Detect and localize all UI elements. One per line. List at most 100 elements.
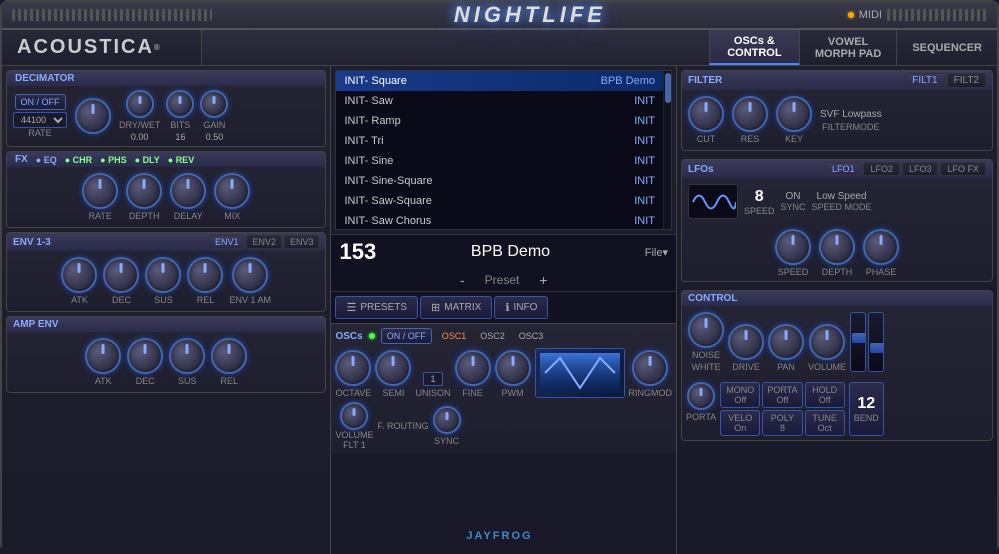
preset-prev-btn[interactable]: -	[460, 272, 465, 288]
ctrl-velo-btn[interactable]: VELO On	[720, 410, 760, 436]
gain-knob[interactable]	[200, 90, 228, 118]
amp-rel-knob[interactable]	[211, 338, 247, 374]
amp-atk-knob[interactable]	[85, 338, 121, 374]
preset-item-2[interactable]: INIT- Ramp INIT	[336, 111, 663, 131]
decimator-main-knob[interactable]	[75, 98, 111, 134]
file-button[interactable]: File▾	[645, 246, 668, 259]
tab-vowel-morph[interactable]: VOWEL MORPH PAD	[799, 30, 896, 65]
env-tab-3[interactable]: ENV3	[284, 235, 320, 249]
env-tab-2[interactable]: ENV2	[246, 235, 282, 249]
ctrl-porta-knob[interactable]	[687, 382, 715, 410]
ctrl-noise-knob[interactable]	[688, 312, 724, 348]
ctrl-mono-btn[interactable]: MONO Off	[720, 382, 760, 408]
osc-volume-group: VOLUME FLT 1	[335, 402, 373, 450]
fx-mix-knob[interactable]	[214, 173, 250, 209]
osc-unison-value: 1	[423, 372, 442, 386]
osc-tab-2[interactable]: OSC2	[476, 330, 509, 342]
fx-eq-btn[interactable]: ● EQ	[36, 155, 57, 165]
lfo-tab-fx[interactable]: LFO FX	[940, 162, 986, 176]
osc-fine-knob[interactable]	[455, 350, 491, 386]
filt1-tab[interactable]: FILT1	[905, 73, 944, 88]
fx-delay-knob[interactable]	[170, 173, 206, 209]
fx-phs-btn[interactable]: ● PHS	[100, 155, 126, 165]
osc-octave-knob[interactable]	[335, 350, 371, 386]
ctrl-porta-label: PORTA	[686, 412, 716, 422]
osc-pwm-knob[interactable]	[495, 350, 531, 386]
ctrl-tune-btn[interactable]: TUNE Oct	[805, 410, 845, 436]
preset-item-6[interactable]: INIT- Saw-Square INIT	[336, 191, 663, 211]
lfo-speed-knob[interactable]	[775, 229, 811, 265]
ctrl-poly-btn[interactable]: POLY 8	[762, 410, 802, 436]
rate-select[interactable]: 44100 22050 11025	[13, 112, 67, 128]
env-atk-knob[interactable]	[61, 257, 97, 293]
control-header: CONTROL	[682, 291, 992, 306]
preset-item-3[interactable]: INIT- Tri INIT	[336, 131, 663, 151]
tab-sequencer[interactable]: SEQUENCER	[896, 30, 997, 65]
lfo-knobs-row: SPEED DEPTH PHASE	[682, 225, 992, 281]
decimator-onoff-group: ON / OFF 44100 22050 11025 RATE	[13, 94, 67, 138]
fx-rate-group: RATE	[82, 173, 118, 221]
ctrl-slider-1[interactable]	[850, 312, 866, 372]
env-sus-knob[interactable]	[145, 257, 181, 293]
decimator-onoff-btn[interactable]: ON / OFF	[15, 94, 66, 110]
preset-scrollbar[interactable]	[663, 71, 671, 229]
ctrl-hold-btn[interactable]: HOLD Off	[805, 382, 845, 408]
env-rel-knob[interactable]	[187, 257, 223, 293]
control-section: CONTROL NOISE WHITE DRIVE PAN	[681, 290, 993, 441]
preset-item-4[interactable]: INIT- Sine INIT	[336, 151, 663, 171]
filt2-tab[interactable]: FILT2	[947, 73, 986, 88]
osc-ringmod-knob[interactable]	[632, 350, 668, 386]
env-tab-1[interactable]: ENV1	[209, 235, 245, 249]
ctrl-slider-2[interactable]	[868, 312, 884, 372]
fx-rev-btn[interactable]: ● REV	[168, 155, 194, 165]
osc-sync-knob[interactable]	[433, 406, 461, 434]
osc-tab-3[interactable]: OSC3	[515, 330, 548, 342]
preset-item-1[interactable]: INIT- Saw INIT	[336, 91, 663, 111]
preset-name-display: BPB Demo	[471, 243, 550, 261]
preset-item-7[interactable]: INIT- Saw Chorus INIT	[336, 211, 663, 229]
amp-sus-knob[interactable]	[169, 338, 205, 374]
lfo-depth-group: DEPTH	[819, 229, 855, 277]
osc-tab-1[interactable]: OSC1	[438, 330, 471, 342]
osc-volume-knob[interactable]	[340, 402, 368, 430]
lfo-tab-1[interactable]: LFO1	[825, 162, 862, 176]
ctrl-pan-knob[interactable]	[768, 324, 804, 360]
matrix-btn[interactable]: ⊞ MATRIX	[420, 296, 492, 319]
preset-item-5[interactable]: INIT- Sine-Square INIT	[336, 171, 663, 191]
fx-depth-knob[interactable]	[126, 173, 162, 209]
ctrl-bend-value: 12	[857, 395, 875, 413]
ctrl-drive-knob[interactable]	[728, 324, 764, 360]
dry-wet-label: DRY/WET	[119, 120, 160, 130]
lfo-tab-2[interactable]: LFO2	[863, 162, 900, 176]
ctrl-volume-knob[interactable]	[809, 324, 845, 360]
scroll-thumb[interactable]	[665, 73, 671, 103]
fx-dly-btn[interactable]: ● DLY	[135, 155, 160, 165]
preset-bottom-buttons: ☰ PRESETS ⊞ MATRIX ℹ INFO	[331, 291, 676, 323]
preset-item-0[interactable]: INIT- Square BPB Demo	[336, 71, 663, 91]
oscs-onoff-btn[interactable]: ON / OFF	[381, 328, 432, 344]
info-btn[interactable]: ℹ INFO	[494, 296, 548, 319]
lfo-depth-knob[interactable]	[819, 229, 855, 265]
lfo-tab-3[interactable]: LFO3	[902, 162, 939, 176]
env-dec-knob[interactable]	[103, 257, 139, 293]
bits-knob[interactable]	[166, 90, 194, 118]
amp-dec-knob[interactable]	[127, 338, 163, 374]
fx-rate-knob[interactable]	[82, 173, 118, 209]
presets-btn[interactable]: ☰ PRESETS	[335, 296, 418, 319]
preset-next-btn[interactable]: +	[539, 272, 547, 288]
fx-chr-btn[interactable]: ● CHR	[65, 155, 92, 165]
dry-wet-group: DRY/WET 0.00	[119, 90, 160, 142]
osc-routing-label: F. ROUTING	[378, 421, 429, 431]
osc-semi-knob[interactable]	[375, 350, 411, 386]
env-am-knob[interactable]	[232, 257, 268, 293]
lfo-phase-knob[interactable]	[863, 229, 899, 265]
filter-cut-knob[interactable]	[688, 96, 724, 132]
dry-wet-knob[interactable]	[126, 90, 154, 118]
tab-oscs-control[interactable]: OSCs & CONTROL	[709, 30, 799, 65]
bits-value: 16	[175, 132, 185, 142]
filter-key-knob[interactable]	[776, 96, 812, 132]
ctrl-porta2-btn[interactable]: PORTA Off	[762, 382, 802, 408]
filter-res-knob[interactable]	[732, 96, 768, 132]
matrix-btn-label: MATRIX	[444, 302, 481, 313]
osc-wave-display[interactable]	[535, 348, 625, 398]
